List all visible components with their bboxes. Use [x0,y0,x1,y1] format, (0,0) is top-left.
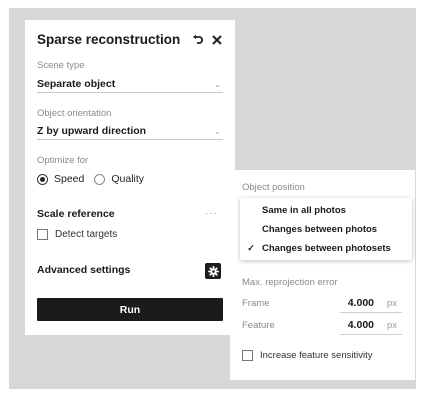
chevron-down-icon[interactable]: ⌄ [214,127,221,136]
frame-unit: px [387,298,398,309]
advanced-settings-title: Advanced settings [37,264,131,276]
scale-reference-title: Scale reference [37,208,115,220]
frame-input[interactable]: 4.000 [340,297,374,309]
frame-underline [340,312,402,313]
feature-unit: px [387,320,398,331]
ellipsis-icon[interactable]: ··· [205,208,218,219]
object-position-dropdown[interactable]: Same in all photos Changes between photo… [240,198,412,260]
gear-icon [207,265,219,277]
scene-type-underline [37,92,223,93]
frame-label: Frame [242,298,270,309]
run-button[interactable]: Run [37,298,223,321]
checkmark-icon: ✓ [247,242,255,253]
quality-radio-label[interactable]: Quality [111,173,144,185]
detect-targets-checkbox-row[interactable]: Detect targets [37,229,117,240]
object-orientation-label: Object orientation [37,108,112,119]
dropdown-option-changes-photos[interactable]: Changes between photos [240,220,412,238]
dropdown-option-changes-photosets[interactable]: ✓ Changes between photosets [240,239,412,257]
undo-icon[interactable] [189,32,205,48]
optimize-for-radio-group: Speed Quality [37,173,154,185]
speed-radio-label[interactable]: Speed [54,173,84,185]
speed-radio[interactable] [37,173,48,185]
increase-sensitivity-checkbox[interactable] [242,350,253,361]
detect-targets-label: Detect targets [55,229,118,240]
object-position-label: Object position [242,182,305,193]
advanced-settings-button[interactable] [205,263,221,279]
max-reprojection-error-label: Max. reprojection error [242,277,338,288]
detect-targets-checkbox[interactable] [37,229,48,240]
object-orientation-select[interactable]: Z by upward direction [37,125,146,137]
scene-type-label: Scene type [37,60,85,71]
close-icon[interactable] [209,32,225,48]
feature-input[interactable]: 4.000 [340,319,374,331]
object-orientation-underline [37,139,223,140]
feature-label: Feature [242,320,275,331]
feature-underline [340,334,402,335]
optimize-for-label: Optimize for [37,155,89,166]
sparse-reconstruction-panel: Sparse reconstruction Scene type Separat… [25,20,235,335]
dropdown-option-same[interactable]: Same in all photos [240,201,412,219]
panel-title: Sparse reconstruction [37,32,181,47]
quality-radio[interactable] [94,173,106,185]
increase-sensitivity-checkbox-row[interactable]: Increase feature sensitivity [242,350,372,361]
chevron-down-icon[interactable]: ⌄ [214,80,221,89]
scene-type-select[interactable]: Separate object [37,78,115,90]
increase-sensitivity-label: Increase feature sensitivity [260,350,373,361]
